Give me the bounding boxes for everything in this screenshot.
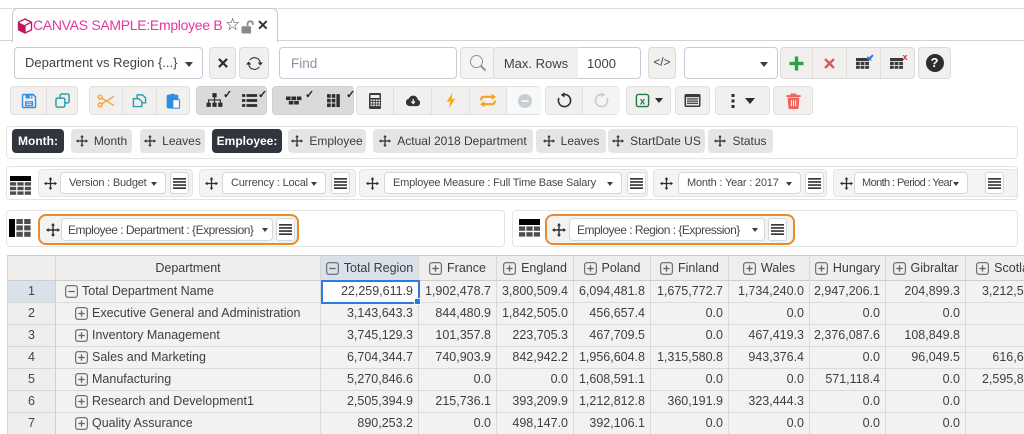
svg-text:x: x [639,96,645,107]
svg-text:x: x [902,54,907,62]
